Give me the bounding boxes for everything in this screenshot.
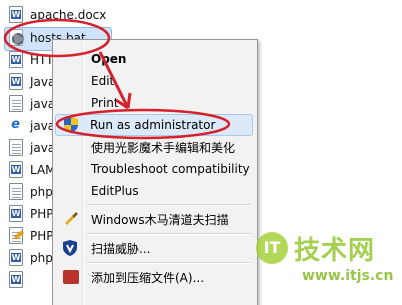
file-name: HTT xyxy=(30,53,54,67)
menu-item-add-to-archive[interactable]: 添加到压缩文件(A)... xyxy=(55,266,253,288)
batch-file-icon xyxy=(8,29,24,47)
uac-shield-icon xyxy=(64,117,80,133)
file-item[interactable]: W HTT xyxy=(8,50,53,70)
word-doc-icon: W xyxy=(8,6,24,24)
word-doc-icon: W xyxy=(8,271,24,289)
watermark-title: 技术网 xyxy=(294,236,376,266)
file-name: php xyxy=(30,185,53,199)
menu-item-label: Edit xyxy=(91,74,115,88)
file-name: PHP xyxy=(30,229,54,243)
menu-item-run-as-administrator[interactable]: Run as administrator xyxy=(55,114,253,136)
screenshot-stage: W apache.docx hosts.bat W HTT W JavaS ja… xyxy=(0,0,402,305)
menu-item-label: Open xyxy=(91,52,127,66)
word-doc-icon: W xyxy=(8,161,24,179)
file-item[interactable]: php xyxy=(8,182,53,202)
menu-item-label: 使用光影魔术手编辑和美化 xyxy=(91,140,236,155)
menu-item-edit[interactable]: Edit xyxy=(55,70,253,92)
menu-separator xyxy=(87,233,251,235)
menu-item-print[interactable]: Print xyxy=(55,92,253,114)
html-file-icon: e xyxy=(11,117,20,132)
file-name: apache.docx xyxy=(30,8,107,22)
menu-separator xyxy=(87,262,251,264)
menu-item-open[interactable]: Open xyxy=(55,48,253,70)
file-item[interactable]: W xyxy=(8,270,30,290)
archive-icon xyxy=(63,270,79,286)
word-doc-icon: W xyxy=(8,205,24,223)
context-menu: Open Edit Print Run as administrator 使用光… xyxy=(52,39,258,305)
menu-item-label: Windows木马清道夫扫描 xyxy=(91,212,229,227)
word-doc-icon: W xyxy=(8,73,24,91)
menu-item-scan-threats[interactable]: 扫描威胁... xyxy=(55,237,253,259)
word-doc-icon: W xyxy=(8,249,24,267)
watermark: IT 技术网 www.itjs.cn xyxy=(250,226,400,296)
scan-shield-icon xyxy=(63,240,79,256)
broom-icon xyxy=(63,211,79,227)
menu-item-label: 添加到压缩文件(A)... xyxy=(91,270,205,285)
file-name: PHP xyxy=(30,207,54,221)
text-file-icon xyxy=(8,183,24,201)
menu-item-photo-edit[interactable]: 使用光影魔术手编辑和美化 xyxy=(55,136,253,158)
watermark-logo-text: IT xyxy=(263,238,281,257)
text-file-icon xyxy=(8,95,24,113)
menu-item-label: Print xyxy=(91,96,119,110)
menu-item-label: 扫描威胁... xyxy=(91,241,151,256)
text-file-icon xyxy=(8,139,24,157)
watermark-url: www.itjs.cn xyxy=(302,268,394,284)
edit-file-icon xyxy=(8,227,25,245)
file-item[interactable]: W PHP xyxy=(8,204,54,224)
file-item[interactable]: PHP xyxy=(8,226,54,246)
menu-item-troubleshoot[interactable]: Troubleshoot compatibility xyxy=(55,158,253,180)
file-item[interactable]: W phpl xyxy=(8,248,56,268)
file-item[interactable]: W apache.docx xyxy=(8,5,106,25)
menu-item-label: Run as administrator xyxy=(90,118,216,132)
file-item[interactable]: W LAM xyxy=(8,160,56,180)
menu-separator xyxy=(87,204,251,206)
menu-item-editplus[interactable]: EditPlus xyxy=(55,180,253,202)
word-doc-icon: W xyxy=(8,51,24,69)
menu-item-label: Troubleshoot compatibility xyxy=(91,162,250,176)
menu-item-label: EditPlus xyxy=(91,184,139,198)
menu-item-trojan-scan[interactable]: Windows木马清道夫扫描 xyxy=(55,208,253,230)
